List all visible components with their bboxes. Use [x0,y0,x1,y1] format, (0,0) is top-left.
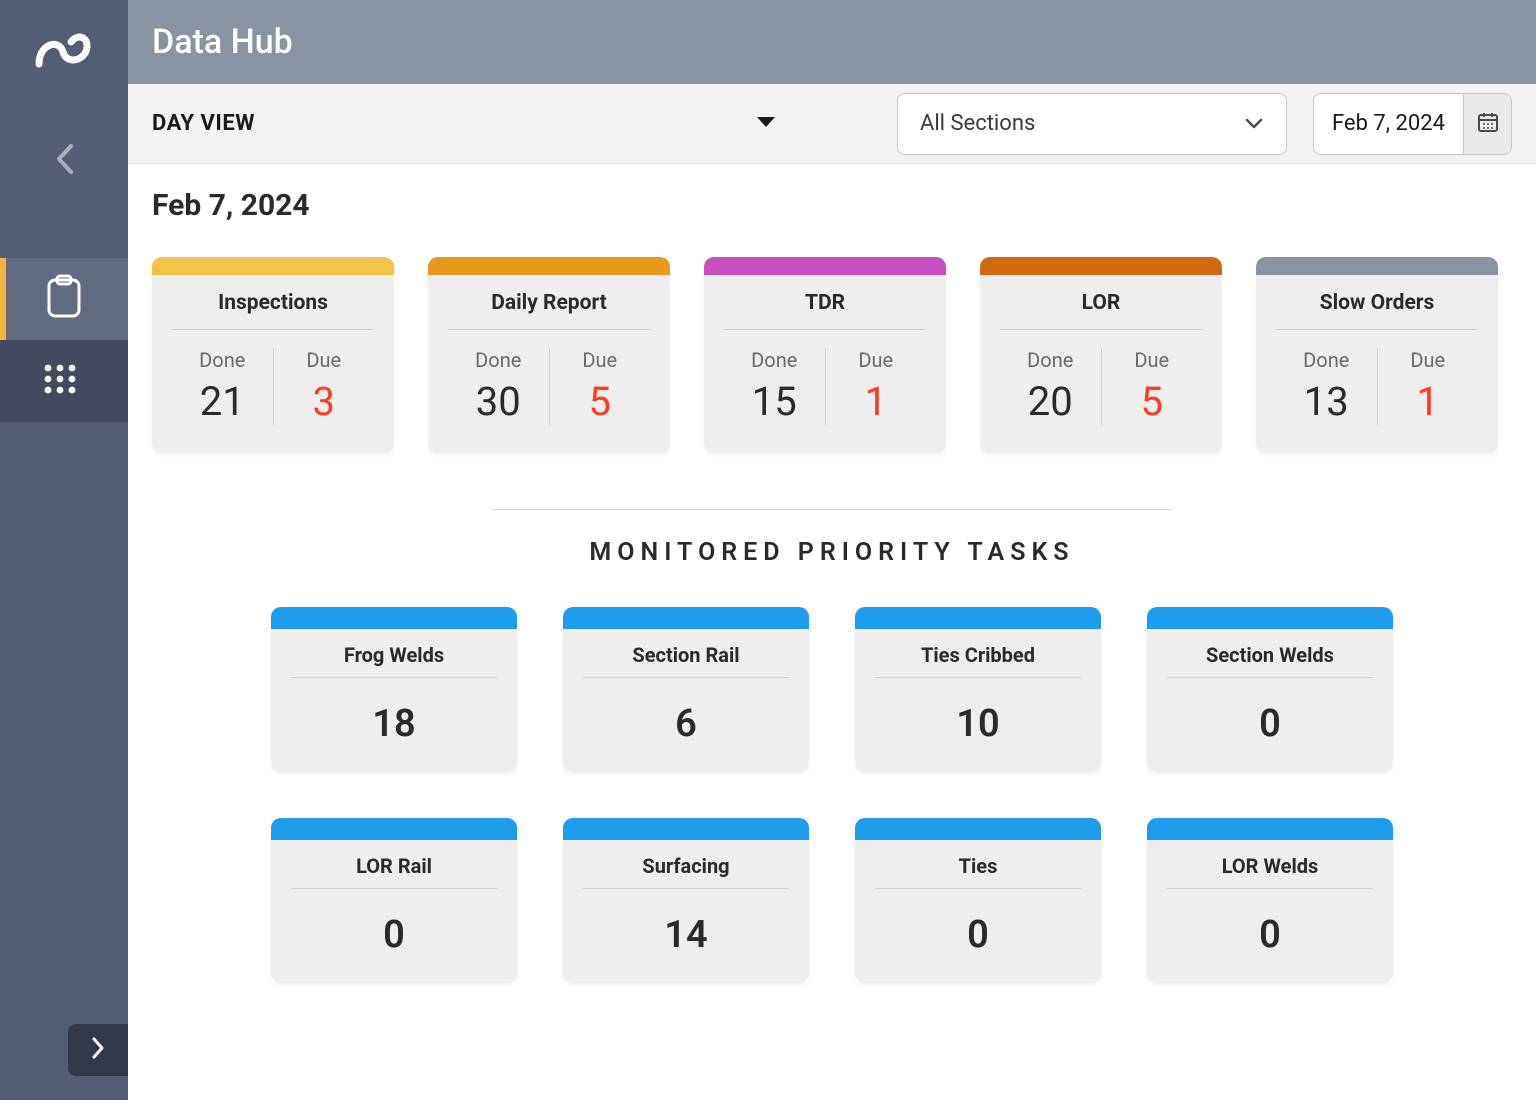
due-value: 5 [550,378,651,425]
chevron-right-icon [90,1035,106,1065]
task-card-title: Section Rail [583,643,789,678]
done-value: 21 [172,378,273,425]
card-accent-bar [704,257,946,275]
nav-back-button[interactable] [53,142,75,180]
sidebar-expand-button[interactable] [68,1024,128,1076]
due-value: 1 [1378,378,1479,425]
done-value: 30 [448,378,549,425]
card-accent-bar [271,607,517,629]
section-select[interactable]: All Sections [897,93,1287,155]
summary-card[interactable]: LOR Done 20Due 5 [980,257,1222,453]
date-picker-value: Feb 7, 2024 [1314,111,1463,136]
due-value: 3 [274,378,375,425]
summary-card[interactable]: TDR Done 15Due 1 [704,257,946,453]
apps-grid-icon [42,362,86,400]
calendar-button[interactable] [1463,94,1511,154]
summary-card-title: Slow Orders [1276,291,1478,330]
task-card-title: Surfacing [583,854,789,889]
task-card-value: 0 [291,913,497,957]
card-accent-bar [152,257,394,275]
summary-card[interactable]: Inspections Done 21Due 3 [152,257,394,453]
card-accent-bar [1147,818,1393,840]
done-label: Done [1000,348,1101,372]
card-accent-bar [980,257,1222,275]
task-card-title: Ties Cribbed [875,643,1081,678]
task-cards-grid: Frog Welds 18 Section Rail 6 Ties Cribbed 10 S… [152,607,1512,983]
main: Data Hub DAY VIEW All Sections Feb 7, 20… [128,0,1536,1100]
done-label: Done [1276,348,1377,372]
card-accent-bar [563,607,809,629]
app-logo [33,28,95,80]
done-value: 15 [724,378,825,425]
task-card[interactable]: Ties 0 [855,818,1101,983]
task-card-title: Ties [875,854,1081,889]
due-label: Due [274,348,375,372]
task-card[interactable]: Section Welds 0 [1147,607,1393,772]
task-card-value: 0 [875,913,1081,957]
task-card-title: Section Welds [1167,643,1373,678]
section-select-value: All Sections [920,111,1035,136]
done-value: 20 [1000,378,1101,425]
card-accent-bar [1256,257,1498,275]
sidebar [0,0,128,1100]
content: Feb 7, 2024 InspectionsDone21Due3Daily R… [128,164,1536,1100]
done-label: Done [724,348,825,372]
card-accent-bar [271,818,517,840]
divider [492,509,1172,510]
due-value: 5 [1102,378,1203,425]
summary-card-title: Inspections [172,291,374,330]
nav-items [0,258,128,422]
summary-card[interactable]: Slow Orders Done 13Due 1 [1256,257,1498,453]
due-label: Due [826,348,927,372]
calendar-icon [1476,110,1500,138]
task-card-value: 14 [583,913,789,957]
chevron-down-icon [1244,111,1264,136]
done-value: 13 [1276,378,1377,425]
clipboard-icon [45,274,83,324]
task-card[interactable]: LOR Welds 0 [1147,818,1393,983]
task-card-title: LOR Welds [1167,854,1373,889]
due-label: Due [1378,348,1479,372]
task-card-value: 18 [291,702,497,746]
nav-item-grid[interactable] [0,340,128,422]
task-card[interactable]: LOR Rail 0 [271,818,517,983]
due-label: Due [1102,348,1203,372]
task-card[interactable]: Section Rail 6 [563,607,809,772]
view-mode-dropdown[interactable] [755,114,777,133]
summary-card[interactable]: Daily Report Done 30Due 5 [428,257,670,453]
tasks-section-title: MONITORED PRIORITY TASKS [152,538,1512,567]
nav-item-clipboard[interactable] [0,258,128,340]
page-title: Data Hub [152,22,293,62]
done-label: Done [172,348,273,372]
summary-card-title: Daily Report [448,291,650,330]
view-mode-label[interactable]: DAY VIEW [152,111,255,136]
task-card-value: 0 [1167,702,1373,746]
summary-card-title: TDR [724,291,926,330]
caret-down-icon [755,115,777,129]
task-card[interactable]: Surfacing 14 [563,818,809,983]
summary-cards-row: InspectionsDone21Due3Daily ReportDone30D… [152,257,1512,453]
card-accent-bar [428,257,670,275]
due-value: 1 [826,378,927,425]
card-accent-bar [855,818,1101,840]
card-accent-bar [1147,607,1393,629]
date-picker[interactable]: Feb 7, 2024 [1313,93,1512,155]
task-card-title: Frog Welds [291,643,497,678]
card-accent-bar [855,607,1101,629]
task-card-title: LOR Rail [291,854,497,889]
task-card[interactable]: Ties Cribbed 10 [855,607,1101,772]
task-card-value: 0 [1167,913,1373,957]
task-card-value: 10 [875,702,1081,746]
summary-card-title: LOR [1000,291,1202,330]
done-label: Done [448,348,549,372]
task-card[interactable]: Frog Welds 18 [271,607,517,772]
header: Data Hub [128,0,1536,84]
subheader: DAY VIEW All Sections Feb 7, 2024 [128,84,1536,164]
due-label: Due [550,348,651,372]
task-card-value: 6 [583,702,789,746]
card-accent-bar [563,818,809,840]
date-heading: Feb 7, 2024 [152,188,1512,223]
